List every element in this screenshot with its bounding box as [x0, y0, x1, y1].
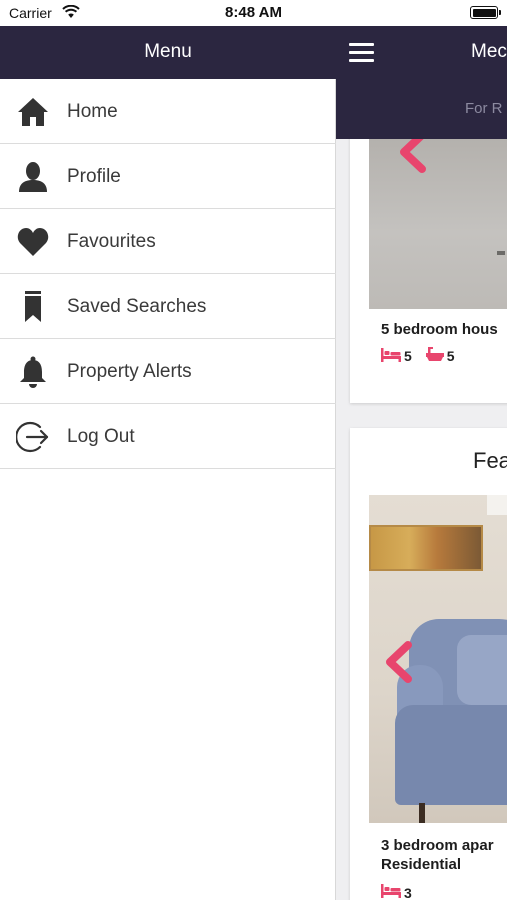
- menu-header: Menu: [0, 26, 336, 79]
- property-card[interactable]: Fea 3 bedroom apar Residential 3: [350, 428, 507, 900]
- chevron-left-icon[interactable]: [380, 639, 416, 685]
- main-header: Meс: [336, 26, 507, 79]
- property-photo[interactable]: [369, 139, 507, 309]
- heart-icon: [16, 225, 50, 259]
- menu-item-label: Home: [67, 101, 118, 122]
- property-title: 5 bedroom hous: [381, 321, 498, 338]
- menu-item-label: Saved Searches: [67, 296, 207, 317]
- featured-heading: Fea: [473, 448, 507, 473]
- status-bar: Carrier 8:48 AM: [0, 0, 507, 26]
- bookmark-icon: [16, 290, 50, 324]
- bath-icon: [425, 347, 444, 365]
- menu-item-property-alerts[interactable]: Property Alerts: [0, 339, 336, 404]
- property-card[interactable]: 5 bedroom hous 5 5: [350, 139, 507, 403]
- tab-for-rent[interactable]: For R: [465, 100, 503, 117]
- bath-count: 5: [446, 348, 455, 364]
- menu-item-log-out[interactable]: Log Out: [0, 404, 336, 469]
- bell-icon: [16, 355, 50, 389]
- battery-icon: [470, 6, 501, 19]
- hamburger-menu-icon[interactable]: [349, 42, 374, 62]
- menu-item-profile[interactable]: Profile: [0, 144, 336, 209]
- menu-item-label: Property Alerts: [67, 361, 192, 382]
- bed-count: 3: [404, 884, 412, 900]
- side-menu: Menu Home Profile Favourites Saved Searc…: [0, 26, 336, 900]
- person-icon: [16, 160, 50, 194]
- menu-item-favourites[interactable]: Favourites: [0, 209, 336, 274]
- chevron-left-icon[interactable]: [394, 139, 430, 175]
- logout-icon: [16, 420, 50, 454]
- main-title: Meс: [471, 41, 507, 62]
- listing-feed: 5 bedroom hous 5 5 Fea 3 bedroom apar Re…: [336, 139, 507, 900]
- menu-item-label: Log Out: [67, 426, 135, 447]
- bed-icon: [381, 347, 401, 365]
- menu-item-saved-searches[interactable]: Saved Searches: [0, 274, 336, 339]
- bed-icon: [381, 884, 401, 900]
- menu-item-home[interactable]: Home: [0, 79, 336, 144]
- clock-label: 8:48 AM: [225, 4, 282, 21]
- menu-title: Menu: [144, 41, 192, 62]
- property-features: 3: [381, 884, 426, 900]
- main-tabs: For R: [336, 79, 507, 139]
- bed-count: 5: [404, 348, 412, 364]
- property-features: 5 5: [381, 347, 469, 365]
- menu-item-label: Profile: [67, 166, 121, 187]
- home-icon: [16, 95, 50, 129]
- menu-item-label: Favourites: [67, 231, 156, 252]
- menu-list: Home Profile Favourites Saved Searches P: [0, 79, 336, 469]
- property-title: 3 bedroom apar Residential: [381, 837, 494, 873]
